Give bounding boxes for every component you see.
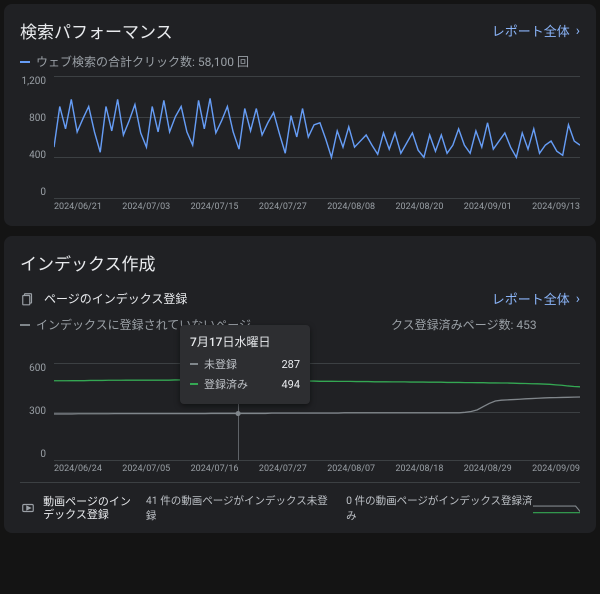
- x-tick: 2024/09/13: [532, 202, 580, 216]
- x-tick: 2024/08/07: [327, 464, 375, 478]
- x-tick: 2024/08/20: [395, 202, 443, 216]
- x-tick: 2024/08/08: [327, 202, 375, 216]
- video-stat-not-indexed: 41 件の動画ページがインデックス未登録: [146, 493, 328, 523]
- chevron-right-icon: ›: [576, 291, 580, 307]
- indexing-card: インデックス作成 ページのインデックス登録 レポート全体 › インデックスに登録…: [4, 236, 596, 533]
- swatch-icon: [190, 383, 198, 385]
- full-report-link[interactable]: レポート全体 ›: [492, 289, 580, 308]
- page-indexing-row: ページのインデックス登録 レポート全体 ›: [20, 289, 580, 308]
- x-tick: 2024/07/16: [191, 464, 239, 478]
- x-tick: 2024/08/29: [464, 464, 512, 478]
- document-icon: [20, 291, 36, 307]
- video-indexing-label: 動画ページのインデックス登録: [43, 495, 138, 521]
- x-tick: 2024/08/18: [395, 464, 443, 478]
- tooltip-label: 未登録: [204, 356, 237, 372]
- legend-label: ウェブ検索の合計クリック数: 58,100 回: [36, 53, 249, 70]
- swatch-icon: [190, 363, 198, 365]
- x-axis: 2024/06/21 2024/07/03 2024/07/15 2024/07…: [54, 202, 580, 216]
- card-title: インデックス作成: [20, 250, 580, 275]
- plot-area: [54, 76, 580, 198]
- video-indexing-row[interactable]: 動画ページのインデックス登録 41 件の動画ページがインデックス未登録 0 件の…: [20, 482, 580, 523]
- line-svg: [54, 363, 580, 460]
- y-axis: 1,200 800 400 0: [20, 76, 50, 198]
- indexing-chart[interactable]: 7月17日水曜日 未登録 287 登録済み 494 600 300 0: [20, 363, 580, 478]
- card-header: 検索パフォーマンス レポート全体 ›: [20, 18, 580, 43]
- report-link-label: レポート全体: [492, 21, 570, 40]
- page-indexing-label: ページのインデックス登録: [44, 290, 187, 307]
- x-tick: 2024/07/15: [191, 202, 239, 216]
- y-tick: 1,200: [20, 76, 46, 87]
- video-stat-indexed: 0 件の動画ページがインデックス登録済み: [346, 493, 533, 523]
- plot-area: [54, 363, 580, 460]
- y-tick: 400: [20, 150, 46, 161]
- y-axis: 600 300 0: [20, 363, 50, 460]
- chart-tooltip: 7月17日水曜日 未登録 287 登録済み 494: [180, 325, 310, 404]
- x-tick: 2024/07/27: [259, 464, 307, 478]
- y-tick: 0: [20, 449, 46, 460]
- x-axis: 2024/06/24 2024/07/05 2024/07/16 2024/07…: [54, 464, 580, 478]
- tooltip-row: 登録済み 494: [190, 376, 300, 392]
- line-svg: [54, 76, 580, 198]
- sparkline-icon: [533, 498, 580, 518]
- legend-swatch-icon: [20, 61, 30, 63]
- x-tick: 2024/07/03: [122, 202, 170, 216]
- legend-swatch-icon: [20, 324, 30, 326]
- video-icon: [20, 500, 35, 516]
- tooltip-value: 494: [281, 378, 300, 391]
- x-tick: 2024/06/24: [54, 464, 102, 478]
- full-report-link[interactable]: レポート全体 ›: [492, 21, 580, 40]
- y-tick: 600: [20, 363, 46, 374]
- report-link-label: レポート全体: [492, 289, 570, 308]
- legend-clicks[interactable]: ウェブ検索の合計クリック数: 58,100 回: [20, 53, 580, 70]
- y-tick: 800: [20, 113, 46, 124]
- y-tick: 300: [20, 406, 46, 417]
- x-tick: 2024/06/21: [54, 202, 102, 216]
- search-performance-card: 検索パフォーマンス レポート全体 › ウェブ検索の合計クリック数: 58,100…: [4, 4, 596, 226]
- x-tick: 2024/09/09: [532, 464, 580, 478]
- tooltip-value: 287: [281, 358, 300, 371]
- x-tick: 2024/07/27: [259, 202, 307, 216]
- tooltip-row: 未登録 287: [190, 356, 300, 372]
- performance-chart[interactable]: 1,200 800 400 0 2024/06/21 2024/07/03 20…: [20, 76, 580, 216]
- card-title: 検索パフォーマンス: [20, 18, 173, 43]
- tooltip-label: 登録済み: [204, 376, 248, 392]
- x-tick: 2024/07/05: [122, 464, 170, 478]
- y-tick: 0: [20, 187, 46, 198]
- tooltip-date: 7月17日水曜日: [190, 333, 300, 350]
- x-tick: 2024/09/01: [464, 202, 512, 216]
- legend-indexed-count[interactable]: クス登録済みページ数: 453: [391, 316, 537, 333]
- chevron-right-icon: ›: [576, 23, 580, 39]
